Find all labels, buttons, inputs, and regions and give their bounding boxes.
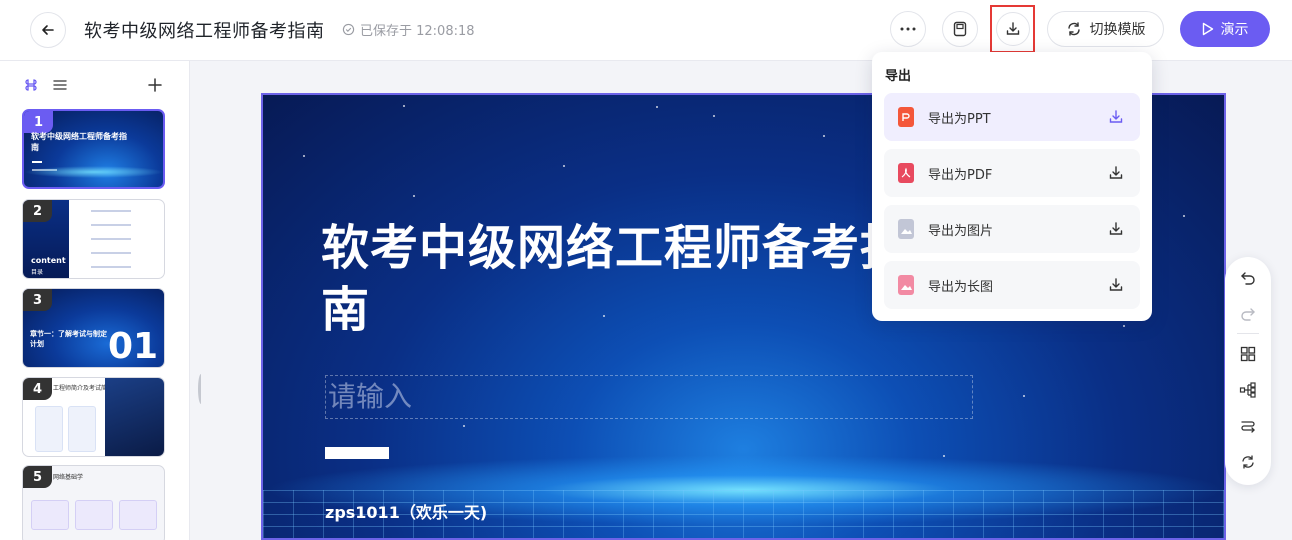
download-icon[interactable]	[1108, 109, 1124, 125]
thumbnail-photo	[105, 378, 164, 456]
ppt-file-icon	[898, 107, 914, 127]
thumbnail-number: 5	[23, 466, 52, 488]
mindmap-icon[interactable]	[1237, 379, 1259, 401]
download-icon[interactable]	[1108, 277, 1124, 293]
flow-switch-icon[interactable]	[1237, 415, 1259, 437]
saved-status-text: 已保存于 12:08:18	[360, 24, 475, 39]
export-long-image-label: 导出为长图	[928, 279, 994, 295]
thumbnail-number: 2	[23, 200, 52, 222]
slide-title[interactable]: 软考中级网络工程师备考指南	[321, 217, 921, 341]
star	[656, 106, 658, 108]
export-long-image-item[interactable]: 导出为长图	[884, 261, 1140, 309]
redo-icon[interactable]	[1237, 303, 1259, 325]
replace-icon[interactable]	[1237, 451, 1259, 473]
thumbnail-sub: 目录	[31, 269, 44, 276]
star	[1123, 325, 1125, 327]
present-label: 演示	[1220, 22, 1249, 38]
star	[563, 165, 565, 167]
sidebar-toolbar	[0, 77, 190, 99]
saved-status: 已保存于 12:08:18	[342, 20, 475, 39]
add-slide-icon[interactable]	[147, 77, 163, 97]
save-icon	[953, 21, 967, 37]
list-view-icon[interactable]	[52, 77, 68, 97]
play-icon	[1202, 22, 1213, 36]
check-circle-icon	[342, 23, 355, 36]
thumbnail-card	[75, 500, 113, 530]
slide-thumbnail-3[interactable]: 3 章节一：了解考试与制定计划 01	[22, 288, 165, 368]
thumbnail-card	[68, 406, 96, 452]
refresh-icon	[1067, 22, 1080, 36]
export-button-circle	[995, 12, 1030, 46]
thumbnail-number: 3	[23, 289, 52, 311]
export-pdf-item[interactable]: 导出为PDF	[884, 149, 1140, 197]
thumbnail-number: 4	[23, 378, 52, 400]
star	[413, 195, 415, 197]
thumbnail-title: 工程师简介及考试简	[53, 385, 108, 392]
thumbnail-number: 1	[24, 111, 53, 133]
more-button[interactable]	[890, 11, 926, 47]
star	[713, 115, 715, 117]
thumbnail-line	[91, 210, 131, 212]
slide-thumbnail-4[interactable]: 4 工程师简介及考试简	[22, 377, 165, 457]
slide-accent-bar	[325, 447, 389, 459]
grid-view-icon[interactable]	[23, 77, 39, 97]
export-image-label: 导出为图片	[928, 223, 994, 239]
thumbnail-big-number: 01	[108, 326, 159, 367]
document-title[interactable]: 软考中级网络工程师备考指南	[84, 17, 325, 43]
thumbnail-card	[119, 500, 157, 530]
toolbar-divider	[1237, 333, 1259, 334]
thumbnail-bar	[32, 161, 42, 163]
back-button[interactable]	[30, 12, 66, 48]
long-image-file-icon	[898, 275, 914, 295]
download-icon[interactable]	[1108, 221, 1124, 237]
thumbnail-line	[91, 238, 131, 240]
arrow-left-icon	[42, 25, 54, 35]
star	[823, 135, 825, 137]
thumbnail-card	[35, 406, 63, 452]
star	[303, 155, 305, 157]
present-button[interactable]: 演示	[1180, 11, 1270, 47]
switch-template-label: 切换模版	[1089, 22, 1146, 38]
star	[1023, 395, 1025, 397]
slide-thumbnail-2[interactable]: 2 content 目录	[22, 199, 165, 279]
star	[1183, 215, 1185, 217]
slide-author[interactable]: zps1011（欢乐一天)	[325, 499, 487, 523]
save-button[interactable]	[942, 11, 978, 47]
export-ppt-item[interactable]: 导出为PPT	[884, 93, 1140, 141]
thumbnail-title: 软考中级网络工程师备考指南	[31, 132, 127, 152]
download-icon	[1006, 22, 1019, 35]
slide-sidebar: 1 软考中级网络工程师备考指南 2 content 目录 3 章节一：了解考试与…	[0, 61, 190, 540]
thumbnail-title: 章节一：了解考试与制定计划	[30, 330, 107, 348]
thumbnail-line	[91, 266, 131, 268]
slide-thumbnail-5[interactable]: 5 网络基础学	[22, 465, 165, 540]
pdf-file-icon	[898, 163, 914, 183]
export-dropdown: 导出 导出为PPT 导出为PDF 导出为图片 导出为长图	[872, 52, 1152, 321]
more-dots-icon	[900, 27, 916, 31]
switch-template-button[interactable]: 切换模版	[1047, 11, 1164, 47]
thumbnail-line	[91, 224, 131, 226]
star	[463, 425, 465, 427]
undo-icon[interactable]	[1237, 267, 1259, 289]
layout-grid-icon[interactable]	[1237, 343, 1259, 365]
star	[403, 105, 405, 107]
image-file-icon	[898, 219, 914, 239]
thumbnail-glow	[24, 166, 163, 178]
thumbnail-title: 网络基础学	[53, 474, 84, 481]
download-icon[interactable]	[1108, 165, 1124, 181]
thumbnail-line	[91, 252, 131, 254]
export-button[interactable]	[990, 5, 1035, 53]
export-pdf-label: 导出为PDF	[928, 167, 993, 183]
slide-subtitle-input[interactable]: 请输入	[325, 375, 973, 419]
sidebar-collapse-handle[interactable]	[198, 374, 204, 404]
thumbnail-content-label: content	[31, 256, 66, 265]
export-menu-title: 导出	[885, 69, 912, 84]
right-toolbar	[1225, 257, 1271, 485]
export-ppt-label: 导出为PPT	[928, 111, 991, 127]
slide-thumbnail-1[interactable]: 1 软考中级网络工程师备考指南	[22, 109, 165, 189]
export-image-item[interactable]: 导出为图片	[884, 205, 1140, 253]
thumbnail-card	[31, 500, 69, 530]
